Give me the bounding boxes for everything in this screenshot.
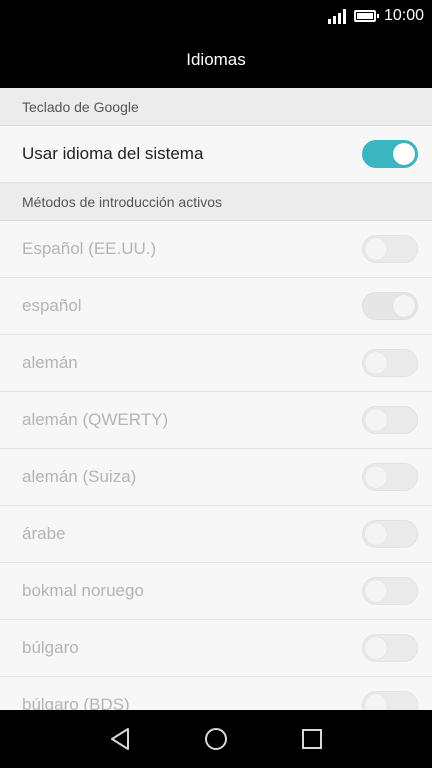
language-label: búlgaro (BDS) [22,695,130,710]
back-button[interactable] [90,710,150,768]
language-toggle[interactable] [362,520,418,548]
toggle-knob [365,352,387,374]
language-label: búlgaro [22,638,79,657]
language-item-aleman-qwerty[interactable]: alemán (QWERTY) [0,392,432,449]
toggle-knob [365,637,387,659]
language-item-bulgaro-bds[interactable]: búlgaro (BDS) [0,677,432,710]
language-toggle[interactable] [362,349,418,377]
toggle-knob [365,409,387,431]
recents-icon [302,729,322,749]
language-item-arabe[interactable]: árabe [0,506,432,563]
screen: 10:00 Idiomas Teclado de Google Usar idi… [0,0,432,768]
toggle-knob [393,295,415,317]
section-header-keyboard: Teclado de Google [0,88,432,126]
language-label: Español (EE.UU.) [22,239,157,258]
title-bar: Idiomas [0,32,432,88]
language-toggle[interactable] [362,406,418,434]
signal-icon [327,8,346,24]
settings-list[interactable]: Teclado de Google Usar idioma del sistem… [0,88,432,710]
language-label: alemán (Suiza) [22,467,137,486]
language-label: árabe [22,524,66,543]
language-toggle[interactable] [362,292,418,320]
language-toggle[interactable] [362,634,418,662]
toggle-knob [393,143,415,165]
language-toggle[interactable] [362,235,418,263]
language-item-espanol[interactable]: español [0,278,432,335]
status-bar: 10:00 [0,0,432,32]
toggle-knob [365,523,387,545]
status-time: 10:00 [383,7,424,24]
back-icon [111,728,129,750]
toggle-knob [365,580,387,602]
language-item-bokmal-noruego[interactable]: bokmal noruego [0,563,432,620]
language-toggle[interactable] [362,463,418,491]
language-label: alemán [22,353,78,372]
language-label: alemán (QWERTY) [22,410,169,429]
language-item-bulgaro[interactable]: búlgaro [0,620,432,677]
use-system-language-toggle[interactable] [362,140,418,168]
status-icons: 10:00 [327,0,424,32]
toggle-knob [365,466,387,488]
language-label: bokmal noruego [22,581,144,600]
language-label: español [22,296,82,315]
toggle-knob [365,694,387,710]
battery-icon [353,10,379,22]
language-toggle[interactable] [362,577,418,605]
language-item-aleman-suiza[interactable]: alemán (Suiza) [0,449,432,506]
language-item-espanol-eeuu[interactable]: Español (EE.UU.) [0,221,432,278]
home-icon [205,728,227,750]
use-system-language-row[interactable]: Usar idioma del sistema [0,126,432,183]
language-item-aleman[interactable]: alemán [0,335,432,392]
toggle-knob [365,238,387,260]
page-title: Idiomas [186,50,246,69]
language-toggle[interactable] [362,691,418,710]
use-system-language-label: Usar idioma del sistema [22,144,204,163]
home-button[interactable] [186,710,246,768]
navigation-bar [0,710,432,768]
recents-button[interactable] [282,710,342,768]
section-header-active-methods: Métodos de introducción activos [0,183,432,221]
